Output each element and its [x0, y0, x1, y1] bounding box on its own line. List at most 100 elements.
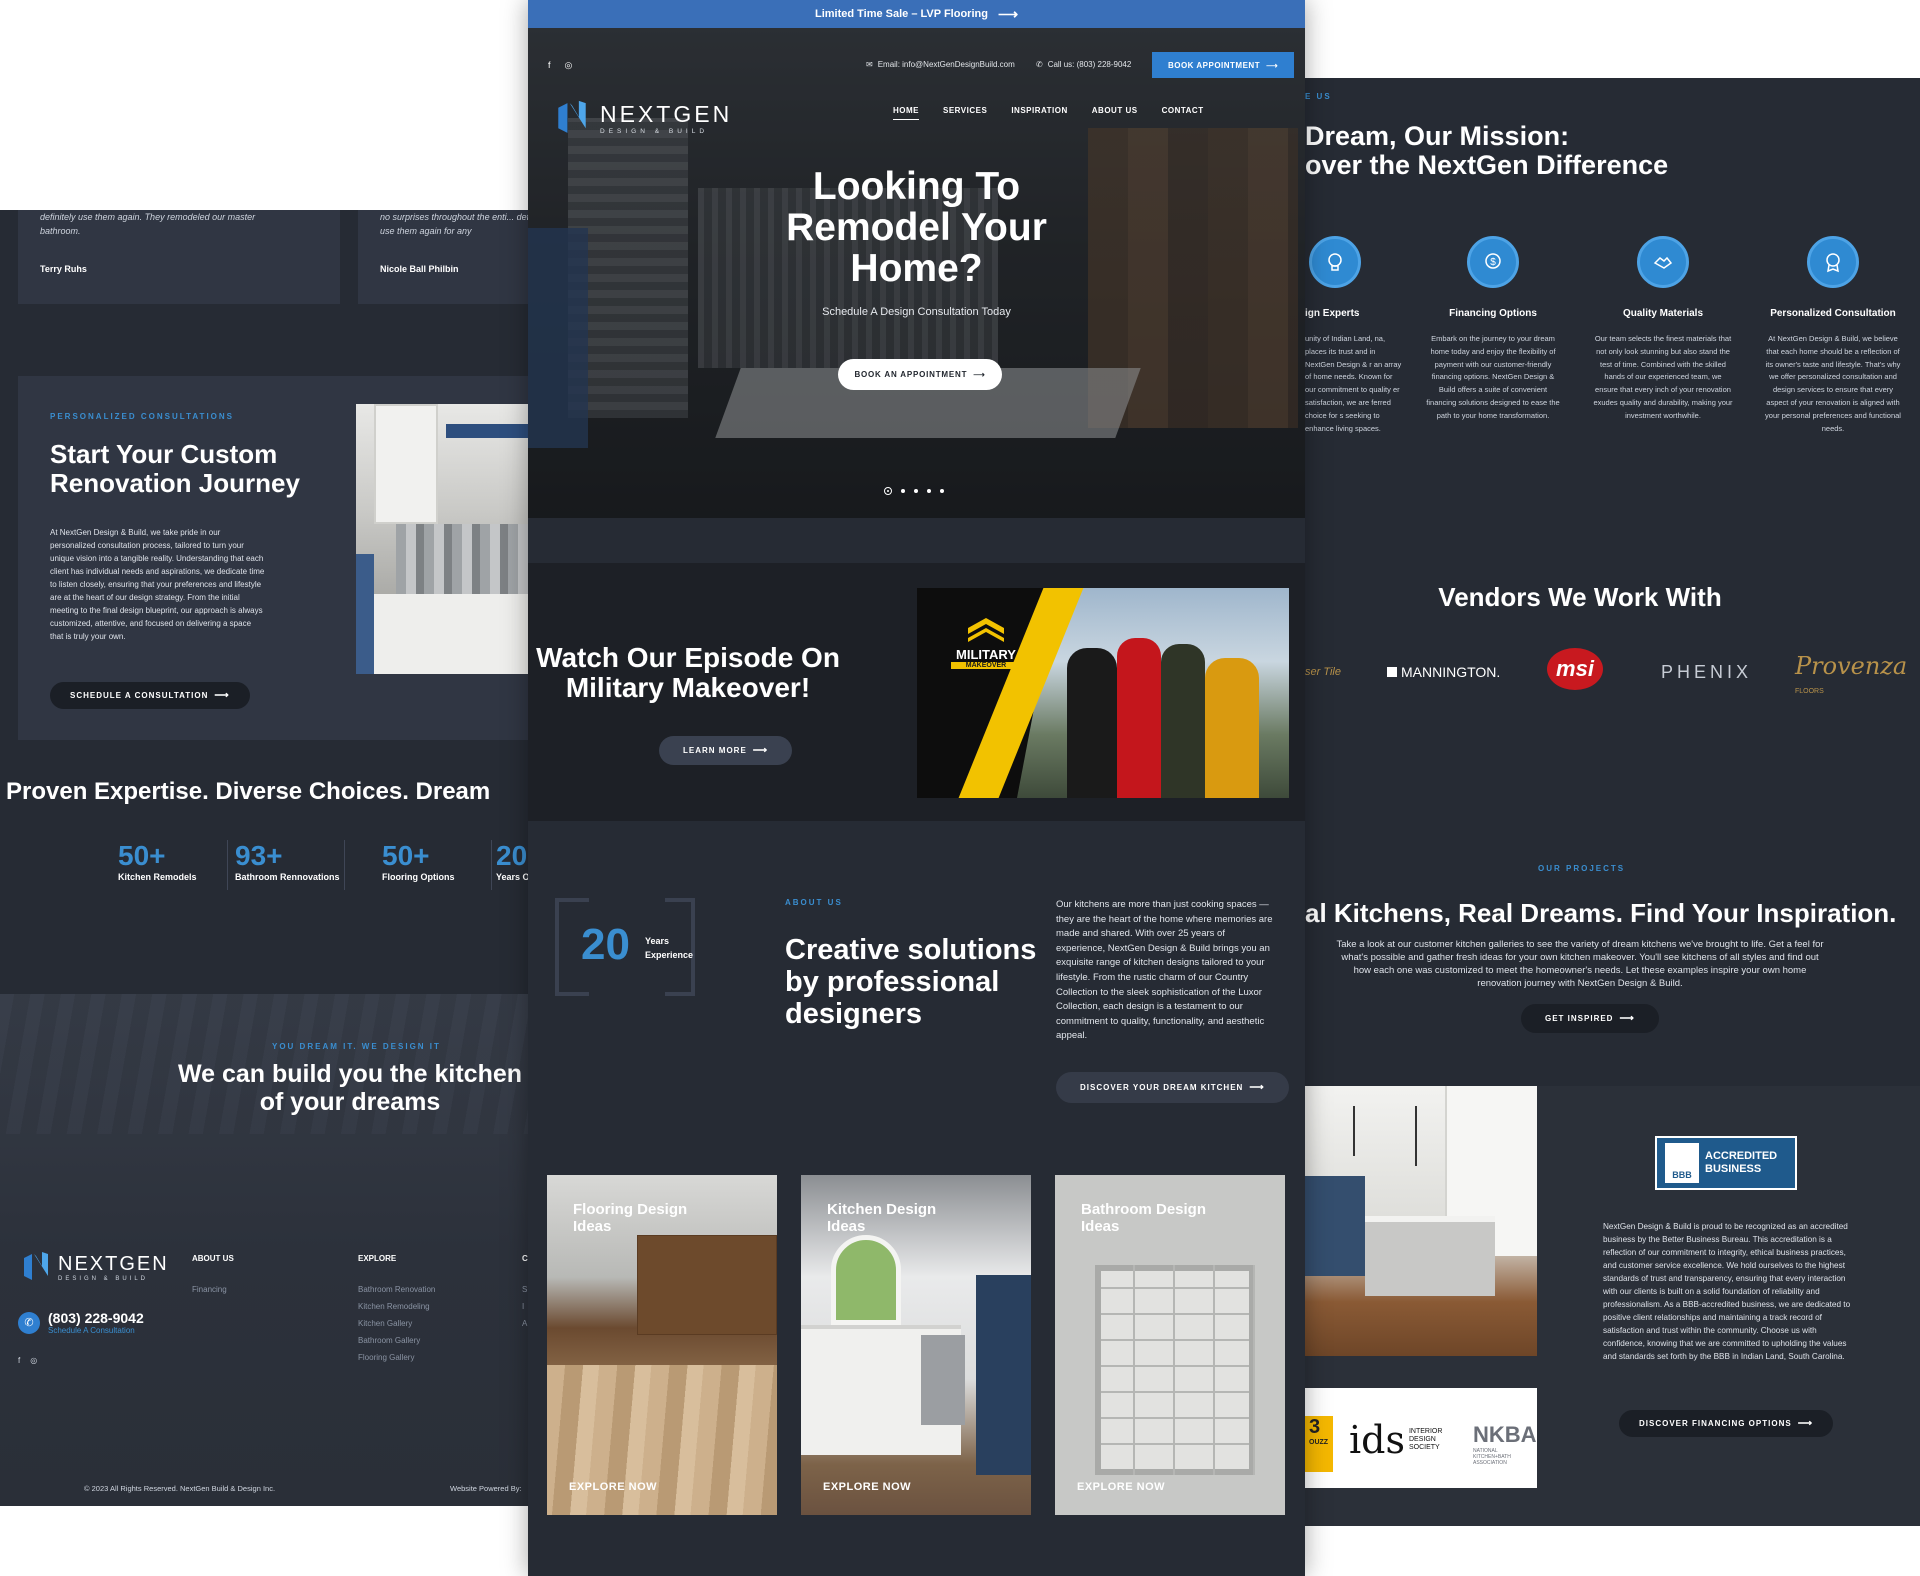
consultation-body: At NextGen Design & Build, we take pride… — [50, 528, 265, 641]
hero-book-button[interactable]: BOOK AN APPOINTMENT ⟶ — [838, 359, 1002, 390]
discover-dream-kitchen-button[interactable]: DISCOVER YOUR DREAM KITCHEN ⟶ — [1056, 1072, 1289, 1103]
stat-item: 50+ Kitchen Remodels — [118, 840, 228, 890]
button-label: BOOK APPOINTMENT — [1167, 60, 1261, 70]
title-line: We can build you the kitchen — [177, 1060, 523, 1088]
nextgen-logo-icon — [558, 100, 586, 133]
slider-dot[interactable] — [940, 489, 944, 493]
stat-number: 50+ — [118, 840, 166, 871]
footer-social: f ◎ — [18, 1356, 37, 1365]
hero-section: f ◎ ✉ Email: info@NextGenDesignBuild.com … — [528, 28, 1305, 518]
hero-title-line: Looking To — [812, 165, 1021, 208]
vendors-row: ser Tile MANNINGTON. msi PHENIX Provenza… — [1305, 648, 1920, 698]
military-makeover-badge: MILITARY MAKEOVER — [951, 616, 1021, 669]
footer-link[interactable]: S — [522, 1285, 528, 1294]
contact-email[interactable]: ✉ Email: info@NextGenDesignBuild.com — [866, 60, 1015, 69]
nav-services[interactable]: SERVICES — [943, 106, 987, 120]
vendor-logo: PHENIX — [1661, 662, 1753, 682]
slider-dot-active[interactable] — [884, 487, 892, 495]
facebook-icon[interactable]: f — [18, 1356, 20, 1365]
logo-sub: DESIGN & BUILD — [600, 128, 709, 135]
episode-section: Watch Our Episode On Military Makeover! … — [528, 563, 1305, 821]
title-line: Military Makeover! — [565, 672, 811, 703]
military-makeover-photo[interactable]: MILITARY MAKEOVER — [917, 588, 1289, 798]
book-appointment-button[interactable]: BOOK APPOINTMENT ⟶ — [1152, 52, 1294, 78]
badge-line: MILITARY — [956, 647, 1016, 662]
nkba-sub: NATIONAL KITCHEN+BATH ASSOCIATION — [1473, 1448, 1511, 1466]
get-inspired-button[interactable]: GET INSPIRED ⟶ — [1521, 1004, 1659, 1033]
bathroom-ideas-card[interactable]: Bathroom Design Ideas EXPLORE NOW — [1055, 1175, 1285, 1515]
footer-link[interactable]: Financing — [192, 1285, 234, 1294]
lightbulb-icon — [1309, 236, 1361, 288]
footer: NEXTGEN DESIGN & BUILD ✆ (803) 228-9042 … — [0, 1214, 530, 1506]
contact-phone[interactable]: ✆ Call us: (803) 228-9042 — [1036, 60, 1131, 69]
explore-now-link[interactable]: EXPLORE NOW — [1077, 1481, 1165, 1493]
vendor-name: MANNINGTON. — [1401, 664, 1501, 680]
testimonial-card: definitely use them again. They remodele… — [18, 210, 340, 304]
schedule-link[interactable]: Schedule A Consultation — [48, 1326, 144, 1335]
vendor-name: msi — [1556, 656, 1594, 681]
arrow-right-icon: ⟶ — [1797, 1418, 1814, 1429]
instagram-icon[interactable]: ◎ — [30, 1356, 37, 1365]
footer-link[interactable]: Kitchen Remodeling — [358, 1302, 435, 1311]
consultation-section: PERSONALIZED CONSULTATIONS Start Your Cu… — [18, 376, 530, 740]
ids-text: ids — [1349, 1418, 1405, 1462]
label-line: Experience — [645, 950, 694, 960]
kitchen-cta-section: YOU DREAM IT. WE DESIGN IT We can build … — [0, 994, 530, 1506]
button-label: DISCOVER YOUR DREAM KITCHEN — [1080, 1083, 1244, 1092]
flooring-ideas-card[interactable]: Flooring Design Ideas EXPLORE NOW — [547, 1175, 777, 1515]
footer-col-title: EXPLORE — [358, 1254, 397, 1263]
schedule-consultation-button[interactable]: SCHEDULE A CONSULTATION ⟶ — [50, 682, 250, 709]
hero-slider-dots — [884, 487, 944, 495]
vendor-logo: msi — [1547, 648, 1603, 690]
hero-title-line: Remodel Your — [786, 206, 1047, 249]
explore-now-link[interactable]: EXPLORE NOW — [569, 1481, 657, 1493]
learn-more-button[interactable]: LEARN MORE ⟶ — [659, 736, 793, 765]
site-logo[interactable]: NEXTGEN DESIGN & BUILD — [556, 98, 732, 138]
consultation-title: Start Your Custom Renovation Journey — [50, 440, 300, 498]
button-label: BOOK AN APPOINTMENT — [854, 370, 968, 379]
nav-contact[interactable]: CONTACT — [1162, 106, 1204, 120]
facebook-icon[interactable]: f — [548, 60, 551, 71]
stat-label: Years O — [496, 872, 530, 882]
vendor-name: Provenza — [1795, 652, 1908, 680]
title-line: over the NextGen Difference — [1305, 150, 1669, 180]
footer-link[interactable]: Bathroom Renovation — [358, 1285, 435, 1294]
bbb-badge[interactable]: BBB ACCREDITED BUSINESS — [1655, 1136, 1797, 1190]
title-line: Renovation Journey — [50, 468, 300, 498]
testimonial-card: no surprises throughout the enti... defi… — [358, 210, 530, 304]
vendor-logo: MANNINGTON. — [1387, 664, 1500, 680]
footer-logo[interactable]: NEXTGEN DESIGN & BUILD — [22, 1250, 169, 1284]
footer-link[interactable]: A — [522, 1319, 528, 1328]
phone-icon: ✆ — [18, 1311, 40, 1334]
sale-banner[interactable]: Limited Time Sale – LVP Flooring ⟶ — [528, 0, 1305, 28]
stat-label: Kitchen Remodels — [118, 872, 197, 882]
nav-inspiration[interactable]: INSPIRATION — [1011, 106, 1067, 120]
footer-link[interactable]: Flooring Gallery — [358, 1353, 435, 1362]
slider-dot[interactable] — [901, 489, 905, 493]
discover-financing-button[interactable]: DISCOVER FINANCING OPTIONS ⟶ — [1619, 1410, 1834, 1437]
footer-link[interactable]: Kitchen Gallery — [358, 1319, 435, 1328]
feature-desc: Embark on the journey to your dream home… — [1426, 334, 1560, 420]
stat-item: 93+ Bathroom Rennovations — [235, 840, 345, 890]
consultation-eyebrow: PERSONALIZED CONSULTATIONS — [50, 412, 234, 421]
kitchen-ideas-card[interactable]: Kitchen Design Ideas EXPLORE NOW — [801, 1175, 1031, 1515]
footer-link[interactable]: I — [522, 1302, 528, 1311]
svg-text:$: $ — [1490, 257, 1496, 268]
slider-dot[interactable] — [927, 489, 931, 493]
footer-logo-sub: DESIGN & BUILD — [58, 1275, 149, 1282]
explore-now-link[interactable]: EXPLORE NOW — [823, 1481, 911, 1493]
nav-home[interactable]: HOME — [893, 106, 919, 120]
title-line: by professional — [785, 966, 1000, 998]
instagram-icon[interactable]: ◎ — [565, 60, 573, 71]
footer-link[interactable]: Bathroom Gallery — [358, 1336, 435, 1345]
stats-row: 50+ Kitchen Remodels 93+ Bathroom Rennov… — [118, 840, 530, 890]
badge-line: BUSINESS — [1705, 1163, 1762, 1175]
bbb-body: NextGen Design & Build is proud to be re… — [1603, 1222, 1851, 1361]
title-line: designers — [785, 998, 922, 1030]
nav-about-us[interactable]: ABOUT US — [1092, 106, 1138, 120]
projects-eyebrow: OUR PROJECTS — [1538, 864, 1626, 873]
powered-by: Website Powered By: — [450, 1484, 522, 1493]
vendors-title: Vendors We Work With — [1438, 582, 1722, 612]
slider-dot[interactable] — [914, 489, 918, 493]
footer-phone[interactable]: ✆ (803) 228-9042 Schedule A Consultation — [18, 1310, 144, 1335]
